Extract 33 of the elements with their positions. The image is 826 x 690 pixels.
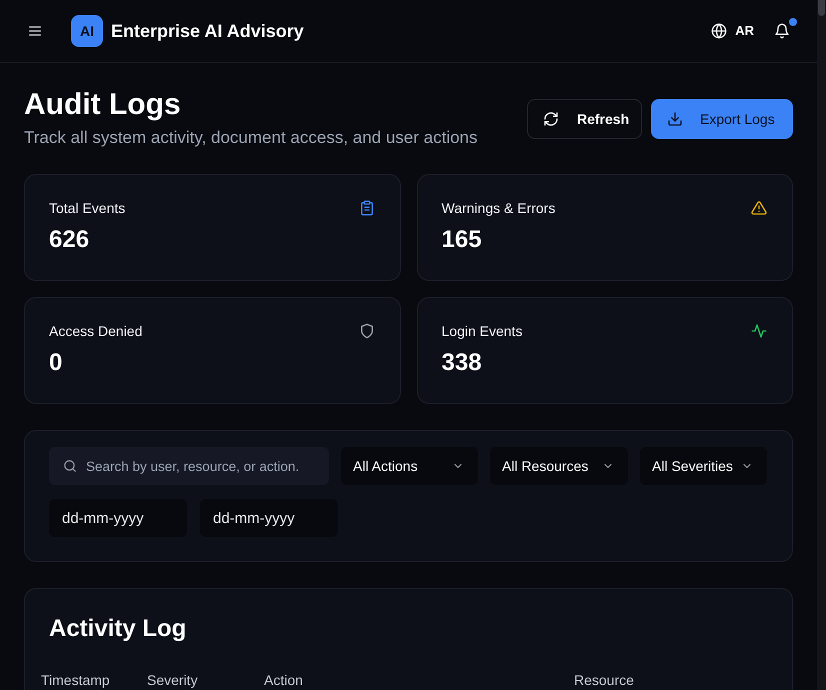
export-button[interactable]: Export Logs — [651, 99, 793, 139]
column-header: Timestamp — [40, 671, 111, 689]
refresh-icon — [543, 111, 559, 127]
stat-value: 0 — [49, 348, 64, 378]
stat-label: Access Denied — [49, 322, 142, 341]
stat-value: 165 — [442, 225, 483, 255]
stat-value: 626 — [49, 225, 90, 255]
column-header: Resource — [573, 671, 635, 689]
download-icon — [667, 111, 683, 127]
scrollbar-thumb[interactable] — [818, 0, 825, 16]
stat-label: Total Events — [49, 199, 126, 218]
filter-select[interactable]: All Actions — [341, 447, 478, 485]
refresh-button[interactable]: Refresh — [527, 99, 642, 139]
section-title: Activity Log — [48, 614, 188, 644]
column-header: Action — [263, 671, 304, 689]
search-icon — [63, 459, 77, 473]
filter-select[interactable]: All Resources — [490, 447, 628, 485]
bell-icon — [774, 23, 790, 39]
stat-label: Login Events — [442, 322, 522, 341]
date-field[interactable]: dd-mm-yyyy — [200, 499, 338, 537]
column-header: Severity — [146, 671, 199, 689]
notifications-button[interactable] — [774, 23, 790, 39]
filter-select[interactable]: All Severities — [640, 447, 767, 485]
stat-value: 338 — [442, 348, 483, 378]
page-title: Audit Logs — [24, 87, 182, 123]
date-field[interactable]: dd-mm-yyyy — [49, 499, 187, 537]
search-field[interactable]: Search by user, resource, or action. — [49, 447, 329, 485]
page-subtitle: Track all system activity, document access, and user actions — [24, 127, 478, 149]
stat-label: Warnings & Errors — [442, 199, 556, 218]
language-button[interactable]: AR — [711, 21, 754, 41]
logo-badge: AI — [71, 15, 103, 47]
globe-icon — [711, 23, 728, 39]
app-title: Enterprise AI Advisory — [111, 20, 304, 43]
